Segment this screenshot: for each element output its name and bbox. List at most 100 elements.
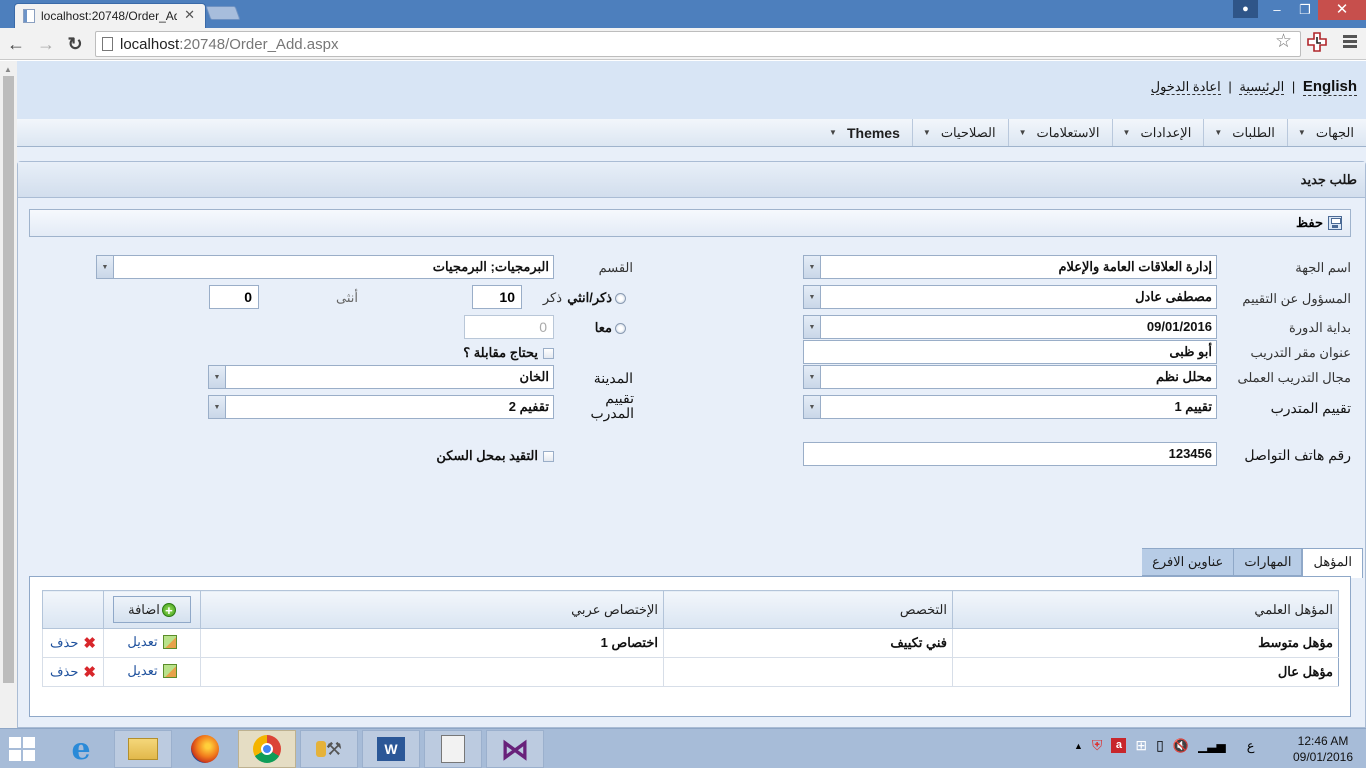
menu-item-orders[interactable]: الطلبات ▼: [1203, 119, 1287, 146]
new-tab-button[interactable]: [205, 6, 241, 20]
dropdown-arrow-icon[interactable]: ▼: [804, 396, 821, 418]
delete-link[interactable]: ✖ حذف: [50, 663, 96, 681]
edit-link[interactable]: تعديل: [127, 663, 177, 679]
bookmark-star-icon[interactable]: ☆: [1275, 30, 1292, 53]
male-count-input[interactable]: 10: [472, 285, 522, 309]
edit-pencil-icon: [162, 664, 177, 678]
file-explorer-icon[interactable]: [114, 730, 172, 768]
menu-item-queries[interactable]: الاستعلامات ▼: [1007, 119, 1112, 146]
course-start-datepicker[interactable]: 09/01/2016 ▼: [803, 315, 1217, 339]
checkbox-box[interactable]: [543, 450, 554, 462]
column-header-specialization: التخصص: [663, 590, 953, 629]
menu-item-entities[interactable]: الجهات ▼: [1286, 119, 1366, 146]
clock-time: 12:46 AM: [1297, 734, 1349, 748]
dropdown-arrow-icon[interactable]: ▼: [804, 286, 821, 308]
security-shield-icon[interactable]: ⛨: [1092, 737, 1103, 754]
radio-circle-icon[interactable]: [615, 292, 626, 304]
home-link[interactable]: الرئيسية: [1239, 79, 1285, 95]
back-arrow-icon[interactable]: ←: [5, 33, 27, 55]
column-header-qualification: المؤهل العلمي: [952, 590, 1339, 629]
dropdown-arrow-icon[interactable]: ▼: [209, 396, 226, 418]
scrollbar-thumb[interactable]: [3, 76, 14, 683]
cell-specialty-arabic: اختصاص 1: [200, 628, 664, 658]
windows-start-icon[interactable]: [9, 737, 37, 761]
input-language-indicator[interactable]: ع: [1247, 738, 1255, 754]
department-select[interactable]: البرمجيات; البرمجيات ▼: [96, 255, 554, 279]
system-clock[interactable]: 12:46 AM 09/01/2016: [1286, 733, 1360, 765]
entity-name-select[interactable]: إدارة العلاقات العامة والإعلام ▼: [803, 255, 1217, 279]
minimize-button[interactable]: –: [1263, 0, 1291, 20]
trainee-rating-select[interactable]: تقييم 1 ▼: [803, 395, 1217, 419]
checkbox-box[interactable]: [543, 347, 554, 359]
trainee-rating-label: تقييم المتدرب: [1270, 400, 1351, 416]
browser-menu-icon[interactable]: [1343, 35, 1357, 50]
address-bar[interactable]: localhost:20748/Order_Add.aspx: [95, 31, 1301, 57]
url-text[interactable]: localhost:20748/Order_Add.aspx: [120, 36, 338, 53]
maximize-button[interactable]: ❐: [1291, 0, 1319, 20]
both-count-input[interactable]: 0: [464, 315, 554, 339]
internet-explorer-icon[interactable]: e: [52, 730, 110, 768]
visual-studio-icon[interactable]: ⋈: [486, 730, 544, 768]
cell-specialty-arabic: [200, 657, 664, 687]
tab-skills[interactable]: المهارات: [1234, 548, 1303, 576]
menu-item-settings[interactable]: الإعدادات ▼: [1111, 119, 1204, 146]
practical-field-select[interactable]: محلل نظم ▼: [803, 365, 1217, 389]
scroll-up-icon[interactable]: ▲: [4, 65, 12, 74]
firefox-icon[interactable]: [176, 730, 234, 768]
sql-tool-icon[interactable]: ⚒: [300, 730, 358, 768]
dropdown-arrow-icon[interactable]: ▼: [209, 366, 226, 388]
tab-close-icon[interactable]: ✕: [184, 7, 195, 23]
volume-muted-icon[interactable]: 🔇: [1173, 738, 1189, 754]
needs-interview-checkbox[interactable]: يحتاج مقابلة ؟: [463, 345, 554, 361]
windows-flag-icon[interactable]: ⊞: [1135, 737, 1147, 754]
training-address-input[interactable]: أبو ظبى: [803, 340, 1217, 364]
tab-qualification[interactable]: المؤهل: [1302, 548, 1363, 578]
vertical-scrollbar[interactable]: ▲: [0, 61, 17, 728]
dropdown-arrow-icon[interactable]: ▼: [804, 256, 821, 278]
dropdown-arrow-icon[interactable]: ▼: [804, 366, 821, 388]
browser-tab[interactable]: localhost:20748/Order_Add.aspx ✕: [14, 3, 206, 28]
add-button[interactable]: + اضافة: [113, 596, 191, 623]
main-menu: الجهات ▼ الطلبات ▼ الإعدادات ▼ الاستعلامات ▼…: [17, 119, 1366, 147]
antivirus-icon[interactable]: a: [1111, 738, 1127, 753]
contact-phone-value: 123456: [1168, 446, 1212, 461]
save-disk-icon[interactable]: [1328, 216, 1342, 230]
radio-circle-icon[interactable]: [615, 322, 626, 334]
trainer-rating-select[interactable]: تقفيم 2 ▼: [208, 395, 554, 419]
female-count-input[interactable]: 0: [209, 285, 259, 309]
table-row: مؤهل متوسط فني تكييف اختصاص 1 تعديل ✖ حذف: [42, 628, 1339, 658]
tab-branch-addresses[interactable]: عناوين الافرع: [1142, 548, 1235, 576]
edit-link[interactable]: تعديل: [127, 634, 177, 650]
forward-arrow-icon[interactable]: →: [35, 33, 57, 55]
delete-link[interactable]: ✖ حذف: [50, 634, 96, 652]
extension-icon[interactable]: [1307, 32, 1327, 52]
browser-toolbar: ← → ↻ localhost:20748/Order_Add.aspx ☆: [0, 28, 1366, 60]
chrome-icon[interactable]: [238, 730, 296, 768]
male-label: ذكر: [542, 290, 562, 305]
delete-label: حذف: [50, 635, 79, 650]
power-icon[interactable]: ▯: [1156, 737, 1164, 754]
contact-phone-input[interactable]: 123456: [803, 442, 1217, 466]
course-start-value: 09/01/2016: [1146, 319, 1212, 334]
english-link[interactable]: English: [1302, 78, 1357, 96]
relogin-link[interactable]: اعادة الدخول: [1150, 79, 1221, 95]
show-hidden-icons-icon[interactable]: ▲: [1074, 741, 1083, 751]
residence-restriction-checkbox[interactable]: التقيد بمحل السكن: [436, 448, 554, 464]
word-icon[interactable]: W: [362, 730, 420, 768]
trainee-rating-value: تقييم 1: [1174, 399, 1212, 414]
network-signal-icon[interactable]: ▁▃▅: [1198, 739, 1226, 753]
menu-item-themes[interactable]: Themes ▼: [819, 119, 912, 146]
calendar-dropdown-icon[interactable]: ▼: [804, 316, 821, 338]
close-window-button[interactable]: ✕: [1318, 0, 1366, 20]
save-button[interactable]: حفظ: [1296, 215, 1323, 231]
city-select[interactable]: الخان ▼: [208, 365, 554, 389]
reload-icon[interactable]: ↻: [64, 33, 86, 55]
gender-radio[interactable]: ذكر/انثي: [567, 290, 626, 306]
tab-title: localhost:20748/Order_Add.aspx: [41, 9, 177, 23]
evaluator-select[interactable]: مصطفى عادل ▼: [803, 285, 1217, 309]
menu-item-permissions[interactable]: الصلاحيات ▼: [911, 119, 1008, 146]
user-profile-icon[interactable]: ●: [1233, 0, 1258, 18]
dropdown-arrow-icon[interactable]: ▼: [97, 256, 114, 278]
report-tool-icon[interactable]: [424, 730, 482, 768]
both-radio[interactable]: معا: [595, 320, 626, 336]
